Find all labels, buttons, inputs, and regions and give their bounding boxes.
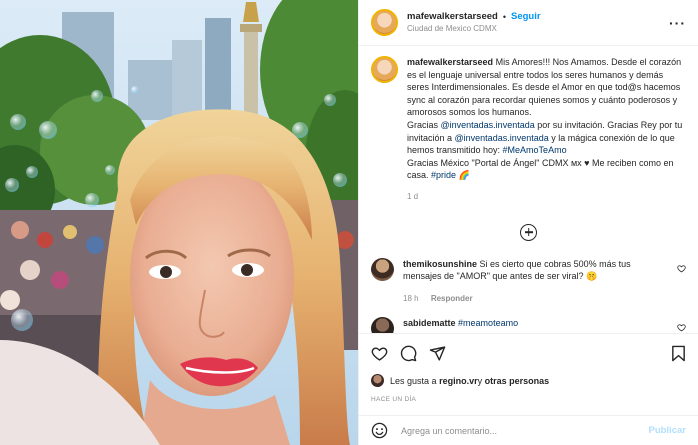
header-separator: • [502,11,506,22]
post-caption: mafewalkerstarseed Mis Amores!!! Nos Ama… [371,56,686,204]
comment-meta: 18 h Responder [403,293,658,306]
post-timestamp[interactable]: HACE UN DÍA [371,396,686,403]
other-likers-link[interactable]: otras personas [485,376,550,386]
comment-bubble-icon[interactable] [400,345,417,362]
comment-body: themikosunshine Si es cierto que cobras … [403,258,658,306]
caption-text: mafewalkerstarseed Mis Amores!!! Nos Ama… [407,56,686,204]
caption-username[interactable]: mafewalkerstarseed [407,57,493,67]
hashtag-link[interactable]: #pride [431,170,456,180]
likes-prefix: Les gusta a [390,375,437,386]
add-comment-input[interactable] [401,425,649,436]
likes-summary: Les gusta a regino.vr y otras personas [371,374,686,387]
comment-body: sabidematte #meamoteamo [403,317,658,333]
post-photo[interactable] [0,0,358,445]
comment-age[interactable]: 18 h [403,294,419,303]
like-heart-icon[interactable] [371,345,388,362]
share-paper-plane-icon[interactable] [429,345,446,362]
load-more-comments[interactable] [371,223,686,241]
plus-circle-icon[interactable] [520,223,537,241]
comments-section[interactable]: mafewalkerstarseed Mis Amores!!! Nos Ama… [359,46,698,333]
caption-body-2a: Gracias [407,119,441,130]
commenter-avatar[interactable] [371,257,394,281]
comment-item: themikosunshine Si es cierto que cobras … [371,257,686,306]
liker-avatar[interactable] [371,374,384,387]
author-avatar[interactable] [371,9,398,36]
mention-link[interactable]: @inventadas.inventada [441,120,535,130]
publish-button[interactable]: Publicar [649,425,687,436]
rainbow-emoji: 🌈 [458,170,470,181]
liker-username[interactable]: regino.vr [439,376,478,386]
comment-like-heart-icon[interactable] [677,264,686,273]
caption-avatar[interactable] [371,56,398,83]
comment-item: sabidematte #meamoteamo [371,317,686,333]
comment-like-heart-icon[interactable] [677,323,686,332]
likes-middle: y [477,375,483,386]
commenter-username[interactable]: themikosunshine [403,259,477,269]
emoji-smiley-icon[interactable] [371,422,388,439]
follow-button[interactable]: Seguir [511,11,541,23]
post-header: mafewalkerstarseed • Seguir Ciudad de Me… [359,0,698,46]
reply-button[interactable]: Responder [431,294,473,303]
author-info: mafewalkerstarseed • Seguir Ciudad de Me… [407,11,541,35]
instagram-post: mafewalkerstarseed • Seguir Ciudad de Me… [0,0,698,445]
more-options-icon[interactable]: ··· [669,15,686,31]
post-actions: Les gusta a regino.vr y otras personas H… [359,333,698,403]
mention-link[interactable]: @inventadas.inventada [455,133,549,143]
caption-age[interactable]: 1 d [407,191,686,204]
post-side-panel: mafewalkerstarseed • Seguir Ciudad de Me… [358,0,698,445]
hashtag-link[interactable]: #MeAmoTeAmo [503,145,567,155]
post-location[interactable]: Ciudad de Mexico CDMX [407,23,541,35]
action-icons [371,342,686,364]
commenter-username[interactable]: sabidematte [403,318,456,328]
author-username[interactable]: mafewalkerstarseed [407,11,498,23]
save-bookmark-icon[interactable] [671,345,686,362]
selfie-image [0,0,358,445]
commenter-avatar[interactable] [371,317,394,333]
hashtag-link[interactable]: #meamoteamo [458,318,518,328]
add-comment-bar: Publicar [359,415,698,445]
